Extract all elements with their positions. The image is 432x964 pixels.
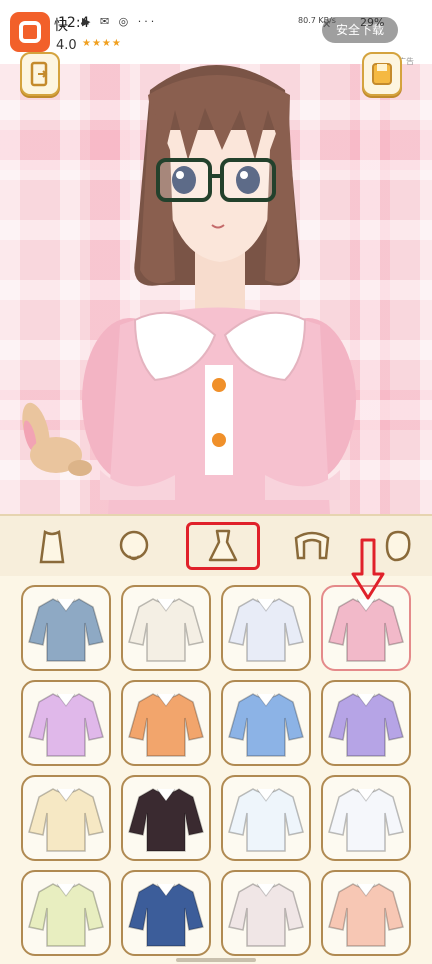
- garment-icon: [28, 883, 104, 947]
- clothing-item-purple-knit-sweater[interactable]: [321, 680, 411, 766]
- scroll-indicator[interactable]: [176, 958, 256, 962]
- preview-stage: 12:4 快 ▶ ✉ ◎ ··· 4.0 ★★★★ 80.7 KB/s ✕ 安全…: [0, 0, 432, 514]
- garment-icon: [228, 788, 304, 852]
- app-logo-icon[interactable]: [10, 12, 50, 52]
- dress-icon: [208, 529, 238, 562]
- garment-icon: [228, 693, 304, 757]
- tab-top[interactable]: [186, 522, 260, 570]
- garment-icon: [328, 693, 404, 757]
- clothing-item-cream-lace-blouse[interactable]: [21, 775, 111, 861]
- clothing-item-yellow-cardigan[interactable]: [21, 870, 111, 956]
- hair-icon: [294, 531, 330, 560]
- exit-button[interactable]: [20, 52, 60, 96]
- clothing-item-navy-qipao-top[interactable]: [121, 870, 211, 956]
- clothing-item-black-red-gothic-top[interactable]: [121, 775, 211, 861]
- clothing-item-white-ribbon-top[interactable]: [121, 585, 211, 671]
- clothing-item-blue-lace-top[interactable]: [221, 680, 311, 766]
- battery-level: 29%: [360, 16, 385, 29]
- clothing-item-orange-pearl-crop[interactable]: [121, 680, 211, 766]
- tab-body[interactable]: [22, 522, 82, 570]
- garment-icon: [28, 693, 104, 757]
- door-exit-icon: [30, 61, 48, 87]
- face-icon: [119, 530, 149, 561]
- garment-icon: [28, 788, 104, 852]
- garment-icon: [128, 883, 204, 947]
- bunny-toy-icon: [22, 402, 92, 476]
- save-icon: [372, 63, 392, 85]
- rating-stars-icon: ★★★★: [82, 38, 122, 49]
- notification-icons: ▶ ✉ ◎ ···: [82, 15, 158, 28]
- garment-icon: [28, 598, 104, 662]
- down-arrow-annotation: [351, 538, 385, 600]
- garment-icon: [328, 883, 404, 947]
- ad-rating: 4.0: [56, 38, 77, 53]
- save-button[interactable]: [362, 52, 402, 96]
- clothing-item-sailor-bow-top[interactable]: [221, 585, 311, 671]
- tab-face[interactable]: [104, 522, 164, 570]
- clothing-item-white-sailor-shirt[interactable]: [321, 775, 411, 861]
- garment-icon: [128, 693, 204, 757]
- clothing-item-white-maid-apron[interactable]: [221, 775, 311, 861]
- tab-hair[interactable]: [282, 522, 342, 570]
- garment-icon: [228, 598, 304, 662]
- body-icon: [39, 529, 65, 564]
- clothing-item-peach-offshoulder-top[interactable]: [321, 870, 411, 956]
- clothing-item-black-white-maid-top[interactable]: [221, 870, 311, 956]
- garment-icon: [128, 788, 204, 852]
- garment-icon: [228, 883, 304, 947]
- head-icon: [385, 530, 411, 562]
- garment-icon: [128, 598, 204, 662]
- ad-app-name: 快: [54, 18, 68, 34]
- garment-icon: [328, 788, 404, 852]
- clothing-item-blue-kimono-top[interactable]: [21, 585, 111, 671]
- clothing-item-lavender-suspender-top[interactable]: [21, 680, 111, 766]
